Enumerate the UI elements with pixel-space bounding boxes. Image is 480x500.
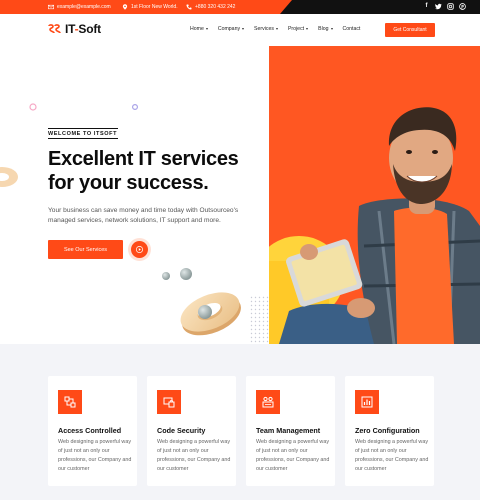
features-section: Access Controlled Web designing a powerf… bbox=[0, 344, 480, 500]
hero-section: WELCOME TO ITSOFT Excellent IT services … bbox=[0, 46, 480, 344]
play-video-button[interactable] bbox=[131, 241, 148, 258]
feature-card-team-management[interactable]: Team Management Web designing a powerful… bbox=[246, 376, 335, 486]
team-icon bbox=[256, 390, 280, 414]
hero-eyebrow: WELCOME TO ITSOFT bbox=[48, 131, 118, 137]
feature-title: Access Controlled bbox=[58, 426, 122, 435]
get-consultant-button[interactable]: Get Consultant bbox=[385, 23, 435, 37]
site-logo[interactable]: IT-Soft bbox=[48, 22, 101, 36]
topbar-phone[interactable]: +880 320 432 242 bbox=[186, 0, 235, 14]
decor-ring-pink bbox=[29, 103, 37, 111]
hero-description: Your business can save money and time to… bbox=[48, 207, 239, 224]
feature-description: Web designing a powerful way of just not… bbox=[58, 439, 132, 472]
facebook-icon[interactable]: f bbox=[423, 3, 430, 10]
chevron-down-icon bbox=[275, 28, 278, 30]
feature-description: Web designing a powerful way of just not… bbox=[355, 439, 429, 472]
main-nav: Home Company Services Project Blog Conta… bbox=[190, 26, 360, 32]
feature-description: Web designing a powerful way of just not… bbox=[256, 439, 330, 472]
topbar-address: 1st Floor New World. bbox=[122, 0, 178, 14]
feature-card-code-security[interactable]: Code Security Web designing a powerful w… bbox=[147, 376, 236, 486]
config-icon bbox=[355, 390, 379, 414]
nav-item-home[interactable]: Home bbox=[190, 26, 208, 32]
decor-ring-purple bbox=[131, 103, 139, 111]
location-pin-icon bbox=[122, 4, 128, 10]
chevron-down-icon bbox=[330, 28, 333, 30]
eyebrow-rule-top bbox=[48, 128, 118, 129]
hero-person-image bbox=[269, 107, 480, 344]
feature-description: Web designing a powerful way of just not… bbox=[157, 439, 231, 472]
nav-item-blog[interactable]: Blog bbox=[318, 26, 333, 32]
pinterest-icon[interactable] bbox=[459, 3, 466, 10]
chevron-down-icon bbox=[242, 28, 245, 30]
feature-card-zero-configuration[interactable]: Zero Configuration Web designing a power… bbox=[345, 376, 434, 486]
feature-title: Code Security bbox=[157, 426, 206, 435]
nav-item-contact[interactable]: Contact bbox=[343, 26, 361, 32]
play-icon bbox=[136, 246, 143, 253]
phone-icon bbox=[186, 4, 192, 10]
access-icon bbox=[58, 390, 82, 414]
feature-title: Team Management bbox=[256, 426, 321, 435]
decor-torus-left bbox=[0, 167, 18, 187]
nav-item-project[interactable]: Project bbox=[288, 26, 309, 32]
nav-item-services[interactable]: Services bbox=[254, 26, 278, 32]
hero-image-panel bbox=[269, 46, 480, 344]
chevron-down-icon bbox=[205, 28, 208, 30]
feature-card-access-controlled[interactable]: Access Controlled Web designing a powerf… bbox=[48, 376, 137, 486]
logo-suffix: Soft bbox=[78, 22, 101, 36]
chevron-down-icon bbox=[306, 28, 309, 30]
feature-title: Zero Configuration bbox=[355, 426, 420, 435]
topbar-social-strip: f bbox=[280, 0, 480, 14]
site-header: IT-Soft Home Company Services Project Bl… bbox=[0, 14, 480, 46]
eyebrow-rule-bottom bbox=[48, 138, 118, 139]
nav-item-company[interactable]: Company bbox=[218, 26, 245, 32]
logo-prefix: IT bbox=[65, 22, 75, 36]
instagram-icon[interactable] bbox=[447, 3, 454, 10]
brand-mark-icon bbox=[48, 23, 61, 33]
hero-title: Excellent IT services for your success. bbox=[48, 148, 239, 194]
topbar-email[interactable]: example@example.com bbox=[48, 0, 111, 14]
see-our-services-button[interactable]: See Our Services bbox=[48, 240, 123, 259]
mail-icon bbox=[48, 4, 54, 10]
decor-torus-3d bbox=[162, 268, 241, 336]
social-links: f bbox=[423, 3, 466, 10]
twitter-icon[interactable] bbox=[435, 3, 442, 10]
security-icon bbox=[157, 390, 181, 414]
